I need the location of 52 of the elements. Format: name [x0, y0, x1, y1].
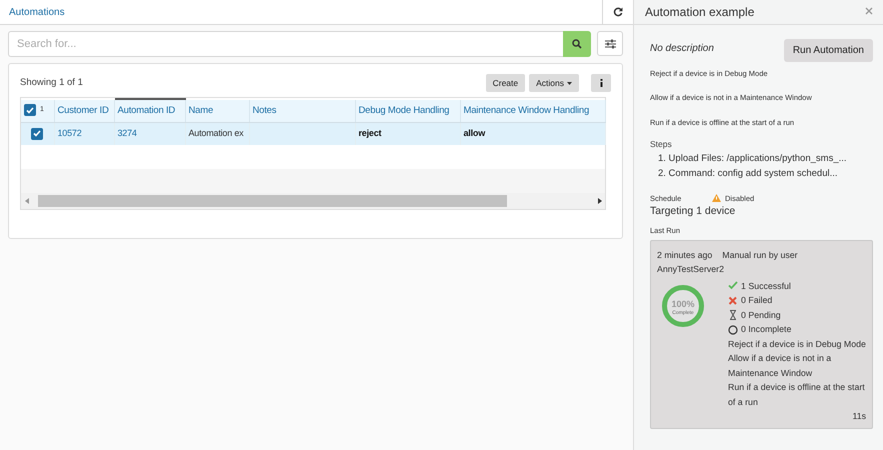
search-button[interactable]	[563, 31, 591, 57]
rule-text: Run if a device is offline at the start of a run	[728, 381, 866, 409]
column-header[interactable]: Customer ID	[54, 99, 114, 122]
table-cell: allow	[460, 122, 605, 145]
section-label: Steps	[650, 138, 673, 150]
warning-icon	[712, 194, 721, 202]
table-link[interactable]: 3274	[114, 122, 185, 145]
rule-text: Allow if a device is not in a Maintenance Window	[728, 352, 832, 380]
result-count: 0 Failed	[741, 294, 772, 308]
result-count: 1 Successful	[741, 280, 791, 293]
close-icon	[865, 7, 873, 15]
rule-text: Reject if a device is in Debug Mode	[728, 338, 866, 351]
targeting-text: Targeting 1 device	[650, 204, 736, 219]
x-icon	[728, 296, 738, 306]
sliders-icon	[604, 38, 616, 48]
server-name: AnnyTestServer2	[657, 263, 725, 276]
circle-icon	[728, 324, 738, 334]
search-icon	[572, 39, 582, 49]
row-checkbox[interactable]	[31, 128, 44, 140]
table-cell: reject	[355, 122, 460, 145]
description: No description	[650, 42, 714, 56]
percent-label: 100%	[671, 298, 695, 309]
panel-title: Automation example	[645, 4, 756, 21]
hourglass-icon	[728, 310, 738, 320]
caret-icon	[567, 82, 572, 84]
horizontal-scrollbar[interactable]	[21, 193, 605, 209]
result-count: 0 Pending	[741, 308, 781, 322]
run-duration: 11s	[851, 410, 866, 424]
result-count: 0 Incomplete	[741, 323, 792, 336]
info-button[interactable]	[591, 74, 611, 92]
select-all-checkbox[interactable]	[24, 104, 36, 116]
column-header[interactable]: Maintenance Window Handling	[460, 99, 605, 122]
column-header[interactable]: Notes	[249, 99, 355, 122]
column-header[interactable]: Name	[185, 99, 249, 122]
column-header[interactable]: Automation ID	[114, 99, 185, 122]
create-button[interactable]: Create	[486, 74, 526, 92]
check-icon	[728, 281, 738, 291]
step-item: 1. Upload Files: /applications/python_sms_...	[657, 152, 848, 166]
result-count: Showing 1 of 1	[20, 76, 84, 90]
actions-dropdown[interactable]: Actions	[529, 74, 579, 92]
step-item: 2. Command: config add system schedul...	[657, 166, 839, 180]
filter-button[interactable]	[597, 31, 623, 56]
search-field[interactable]: Search for...	[8, 31, 563, 57]
info-icon	[600, 79, 602, 87]
column-header[interactable]: Debug Mode Handling	[355, 99, 460, 122]
run-automation-button[interactable]: Run Automation	[784, 39, 873, 62]
table-cell: Automation ex	[185, 122, 249, 145]
run-trigger: Manual run by user	[722, 250, 798, 260]
table-link[interactable]: 10572	[54, 122, 114, 145]
close-button[interactable]	[865, 7, 875, 17]
run-time: 2 minutes ago	[657, 250, 712, 260]
refresh-icon	[613, 7, 623, 17]
